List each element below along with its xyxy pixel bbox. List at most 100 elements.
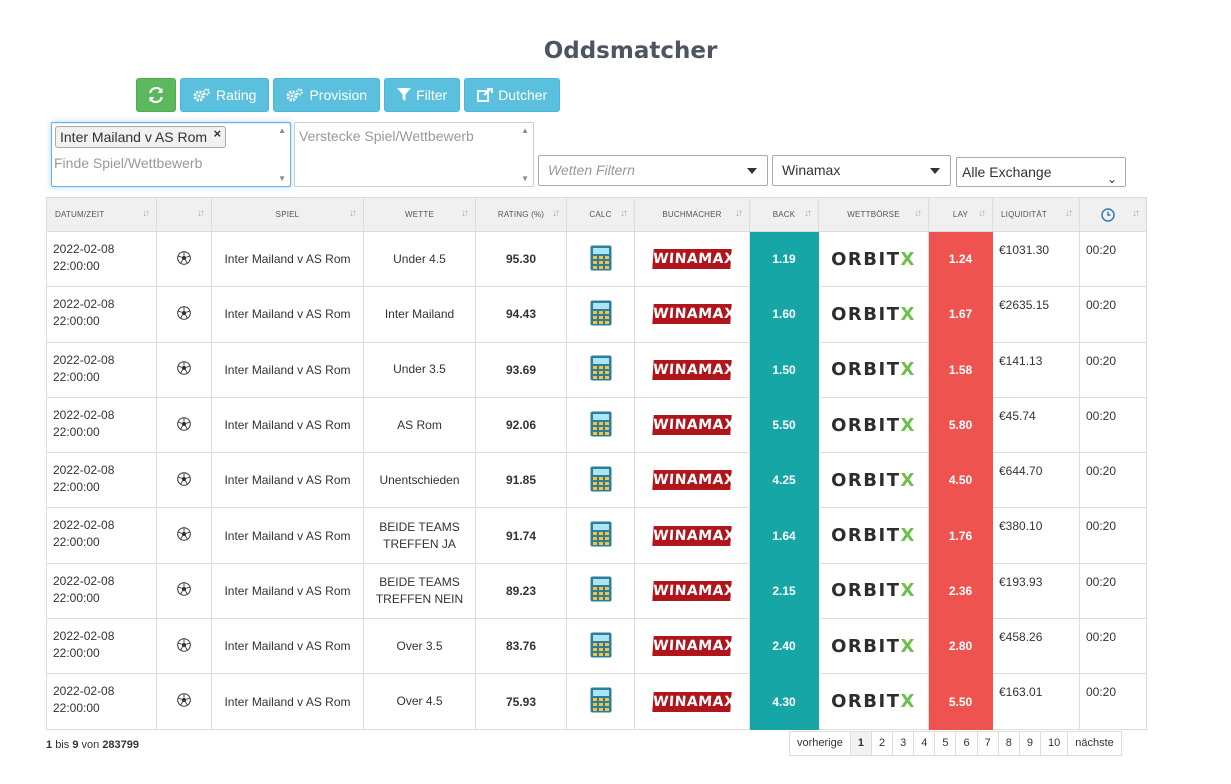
sport-cell bbox=[156, 452, 212, 509]
pagination-page[interactable]: 6 bbox=[955, 731, 978, 756]
calc-cell[interactable] bbox=[566, 562, 635, 620]
calc-cell[interactable] bbox=[566, 230, 635, 288]
calculator-icon[interactable] bbox=[590, 576, 612, 602]
game-search-input[interactable]: Finde Spiel/Wettbewerb bbox=[54, 155, 202, 171]
winamax-logo: WINAMAX bbox=[652, 691, 736, 712]
orbitx-logo-x: X bbox=[900, 691, 916, 713]
column-header-bookmaker[interactable]: BUCHMACHER ↓↑ bbox=[634, 197, 750, 232]
sort-icon: ↓↑ bbox=[461, 208, 469, 219]
pagination-page[interactable]: 7 bbox=[976, 731, 999, 756]
pagination-page[interactable]: 1 bbox=[849, 731, 872, 756]
winamax-logo: WINAMAX bbox=[652, 525, 736, 546]
clock-icon bbox=[1101, 207, 1115, 222]
lay-odds-cell: 5.80 bbox=[928, 396, 993, 454]
bet-cell: Under 4.5 bbox=[363, 230, 476, 288]
sort-icon: ↓↑ bbox=[552, 208, 560, 219]
calculator-icon[interactable] bbox=[590, 245, 612, 271]
lay-odds-cell: 5.50 bbox=[928, 673, 993, 730]
scroll-up-icon[interactable]: ▲ bbox=[278, 126, 286, 135]
calculator-icon[interactable] bbox=[590, 466, 612, 492]
funnel-icon bbox=[397, 88, 412, 102]
back-odds-cell: 5.50 bbox=[749, 396, 819, 454]
scroll-down-icon[interactable]: ▼ bbox=[521, 174, 529, 183]
winamax-logo: WINAMAX bbox=[652, 636, 736, 657]
calc-cell[interactable] bbox=[566, 618, 635, 675]
calc-cell[interactable] bbox=[566, 507, 635, 564]
pagination-page[interactable]: 10 bbox=[1039, 731, 1069, 756]
table-row[interactable]: 2022-02-08 22:00:00 Inter Mailand v AS Rom… bbox=[46, 286, 1147, 343]
provision-button[interactable]: Provision bbox=[273, 78, 381, 112]
calc-cell[interactable] bbox=[566, 396, 635, 454]
back-odds-cell: 2.40 bbox=[749, 618, 819, 675]
dutcher-button[interactable]: Dutcher bbox=[464, 78, 561, 112]
calc-cell[interactable] bbox=[566, 452, 635, 509]
orbitx-logo-x: X bbox=[900, 580, 916, 602]
pagination-page[interactable]: 8 bbox=[997, 731, 1020, 756]
orbitx-logo-x: X bbox=[900, 414, 916, 436]
column-header-rating[interactable]: RATING (%) ↓↑ bbox=[475, 197, 567, 232]
column-header-liquidity[interactable]: LIQUIDITÄT ↓↑ bbox=[992, 197, 1080, 232]
orbitx-logo: ORBITX bbox=[831, 249, 916, 270]
column-header-date[interactable]: DATUM/ZEIT ↓↑ bbox=[46, 197, 157, 232]
column-header-sport[interactable]: ↓↑ bbox=[156, 197, 212, 232]
scroll-up-icon[interactable]: ▲ bbox=[521, 126, 529, 135]
orbitx-logo: ORBITX bbox=[831, 359, 916, 380]
pagination-page[interactable]: 4 bbox=[913, 731, 936, 756]
pagination-page[interactable]: 2 bbox=[870, 731, 894, 756]
pagination-page[interactable]: 5 bbox=[934, 731, 957, 756]
toolbar: Rating Provision Filter Dutcher bbox=[136, 78, 561, 112]
bet-cell: AS Rom bbox=[363, 396, 476, 454]
column-header-game[interactable]: SPIEL ↓↑ bbox=[211, 197, 364, 232]
bookmaker-cell: WINAMAX bbox=[634, 673, 750, 730]
winamax-logo: WINAMAX bbox=[652, 580, 736, 601]
column-header-bet[interactable]: WETTE ↓↑ bbox=[363, 197, 476, 232]
bet-filter-select[interactable]: Wetten Filtern bbox=[538, 155, 768, 186]
bet-cell: Over 3.5 bbox=[363, 618, 476, 675]
calculator-icon[interactable] bbox=[590, 300, 612, 326]
refresh-button[interactable] bbox=[136, 78, 176, 112]
calculator-icon[interactable] bbox=[590, 411, 612, 437]
orbitx-logo: ORBITX bbox=[831, 636, 916, 657]
calculator-icon[interactable] bbox=[590, 632, 612, 658]
table-row[interactable]: 2022-02-08 22:00:00 Inter Mailand v AS Rom… bbox=[46, 452, 1147, 509]
calc-cell[interactable] bbox=[566, 341, 635, 398]
pagination-next[interactable]: nächste bbox=[1067, 731, 1122, 756]
exchange-cell: ORBITX bbox=[818, 230, 929, 288]
pagination-page[interactable]: 3 bbox=[892, 731, 915, 756]
table-row[interactable]: 2022-02-08 22:00:00 Inter Mailand v AS Rom… bbox=[46, 673, 1147, 730]
back-odds-cell: 2.15 bbox=[749, 562, 819, 620]
exchange-select[interactable]: Alle Exchange ⌄ bbox=[956, 157, 1126, 187]
scroll-down-icon[interactable]: ▼ bbox=[278, 174, 286, 183]
calc-cell[interactable] bbox=[566, 286, 635, 343]
sort-icon: ↓↑ bbox=[620, 208, 628, 219]
pagination-page[interactable]: 9 bbox=[1018, 731, 1041, 756]
hide-game-multiselect[interactable]: Verstecke Spiel/Wettbewerb ▲ ▼ bbox=[294, 122, 534, 187]
calculator-icon[interactable] bbox=[590, 521, 612, 547]
remove-tag-icon[interactable]: × bbox=[213, 123, 221, 144]
pagination-previous[interactable]: vorherige bbox=[789, 731, 851, 756]
game-search-multiselect[interactable]: Inter Mailand v AS Rom × Finde Spiel/Wet… bbox=[51, 122, 291, 187]
sport-cell bbox=[156, 396, 212, 454]
orbitx-logo-text: ORBIT bbox=[831, 248, 901, 270]
table-row[interactable]: 2022-02-08 22:00:00 Inter Mailand v AS Rom… bbox=[46, 562, 1147, 620]
hide-game-input[interactable]: Verstecke Spiel/Wettbewerb bbox=[299, 128, 474, 144]
calc-cell[interactable] bbox=[566, 673, 635, 730]
bookmaker-select[interactable]: Winamax bbox=[772, 155, 951, 186]
column-header-exchange[interactable]: WETTBÖRSE ↓↑ bbox=[818, 197, 929, 232]
calculator-icon[interactable] bbox=[590, 687, 612, 713]
table-row[interactable]: 2022-02-08 22:00:00 Inter Mailand v AS Rom… bbox=[46, 618, 1147, 675]
rating-button[interactable]: Rating bbox=[180, 78, 270, 112]
table-row[interactable]: 2022-02-08 22:00:00 Inter Mailand v AS Rom… bbox=[46, 507, 1147, 564]
column-header-back[interactable]: BACK ↓↑ bbox=[749, 197, 819, 232]
calculator-icon[interactable] bbox=[590, 355, 612, 381]
table-row[interactable]: 2022-02-08 22:00:00 Inter Mailand v AS Rom… bbox=[46, 230, 1147, 288]
table-row[interactable]: 2022-02-08 22:00:00 Inter Mailand v AS Rom… bbox=[46, 341, 1147, 398]
orbitx-logo-x: X bbox=[900, 635, 916, 657]
column-header-updated[interactable]: ↓↑ bbox=[1079, 197, 1147, 232]
rating-cell: 89.23 bbox=[475, 562, 567, 620]
table-row[interactable]: 2022-02-08 22:00:00 Inter Mailand v AS Rom… bbox=[46, 396, 1147, 454]
column-header-lay[interactable]: LAY ↓↑ bbox=[928, 197, 993, 232]
liquidity-cell: €141.13 bbox=[992, 341, 1080, 398]
column-header-calc[interactable]: CALC ↓↑ bbox=[566, 197, 635, 232]
filter-button[interactable]: Filter bbox=[384, 78, 461, 112]
